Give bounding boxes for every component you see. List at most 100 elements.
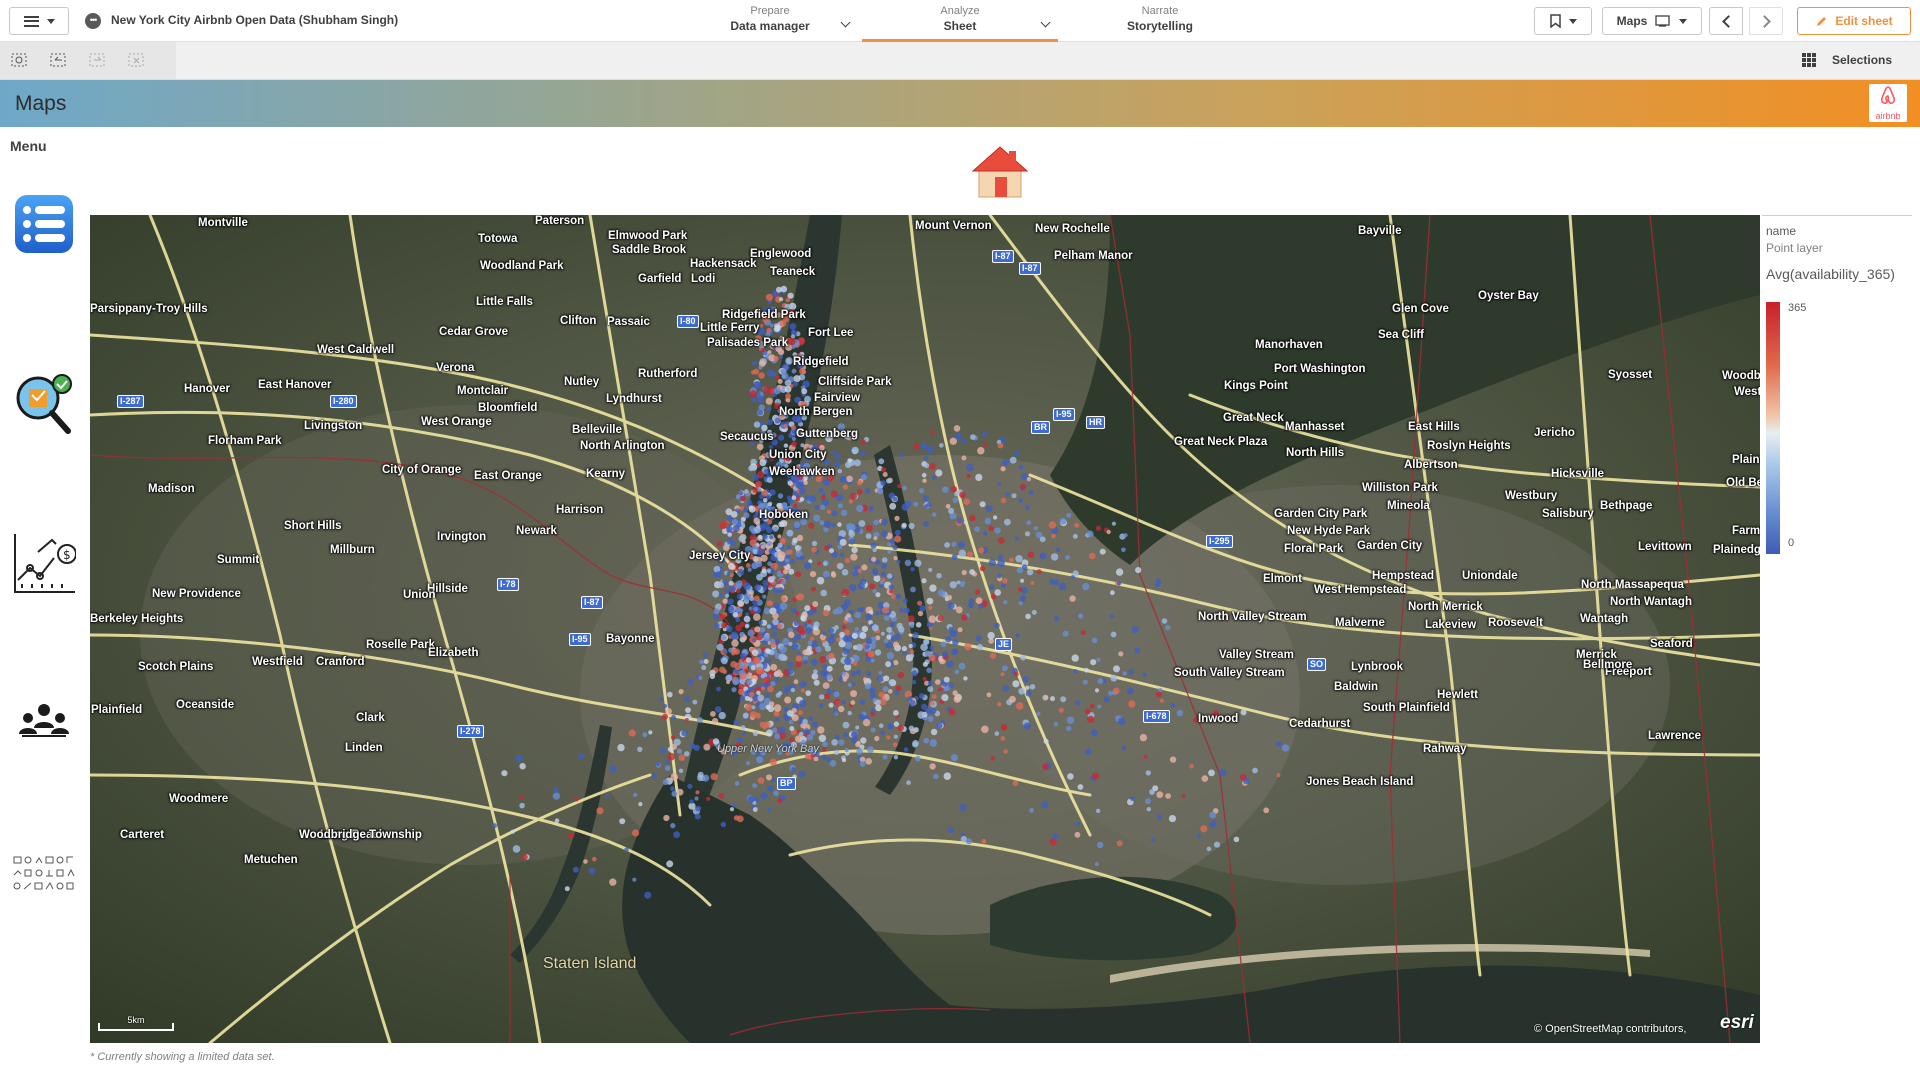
listing-point[interactable] bbox=[787, 668, 794, 675]
listing-point[interactable] bbox=[921, 472, 927, 478]
listing-point[interactable] bbox=[885, 661, 892, 668]
listing-point[interactable] bbox=[1031, 609, 1037, 615]
listing-point[interactable] bbox=[1065, 555, 1070, 560]
listing-point[interactable] bbox=[510, 829, 515, 834]
listing-point[interactable] bbox=[932, 475, 937, 481]
listing-point[interactable] bbox=[786, 545, 792, 550]
listing-point[interactable] bbox=[1082, 679, 1088, 685]
listing-point[interactable] bbox=[753, 526, 761, 534]
listing-point[interactable] bbox=[1156, 791, 1164, 799]
listing-point[interactable] bbox=[874, 649, 882, 656]
listing-point[interactable] bbox=[754, 626, 761, 633]
listing-point[interactable] bbox=[743, 615, 751, 623]
listing-point[interactable] bbox=[923, 737, 930, 744]
listing-point[interactable] bbox=[978, 547, 985, 554]
listing-point[interactable] bbox=[519, 763, 526, 770]
listing-point[interactable] bbox=[926, 446, 935, 454]
listing-point[interactable] bbox=[681, 730, 688, 737]
listing-point[interactable] bbox=[880, 631, 885, 636]
listing-point[interactable] bbox=[997, 482, 1002, 487]
listing-point[interactable] bbox=[1149, 789, 1155, 795]
listing-point[interactable] bbox=[848, 524, 856, 531]
listing-point[interactable] bbox=[1200, 825, 1208, 833]
listing-point[interactable] bbox=[953, 695, 961, 703]
listing-point[interactable] bbox=[1018, 498, 1023, 503]
listing-point[interactable] bbox=[716, 686, 721, 692]
listing-point[interactable] bbox=[831, 510, 838, 517]
listing-point[interactable] bbox=[767, 807, 772, 812]
listing-point[interactable] bbox=[834, 734, 840, 740]
listing-point[interactable] bbox=[633, 792, 638, 798]
listing-point[interactable] bbox=[799, 629, 806, 636]
listing-point[interactable] bbox=[810, 658, 818, 666]
listing-point[interactable] bbox=[994, 527, 1001, 534]
listing-point[interactable] bbox=[765, 704, 771, 710]
listing-point[interactable] bbox=[803, 659, 808, 665]
listing-point[interactable] bbox=[777, 623, 783, 629]
listing-point[interactable] bbox=[1145, 798, 1151, 805]
listing-point[interactable] bbox=[767, 658, 772, 663]
listing-point[interactable] bbox=[1143, 754, 1148, 759]
listing-point[interactable] bbox=[739, 621, 745, 627]
listing-point[interactable] bbox=[892, 544, 898, 551]
listing-point[interactable] bbox=[1001, 665, 1008, 672]
listing-point[interactable] bbox=[746, 760, 751, 766]
listing-point[interactable] bbox=[777, 534, 782, 539]
listing-point[interactable] bbox=[802, 719, 808, 725]
listing-point[interactable] bbox=[983, 442, 988, 447]
listing-point[interactable] bbox=[1122, 671, 1127, 676]
listing-point[interactable] bbox=[997, 554, 1004, 560]
listing-point[interactable] bbox=[792, 381, 798, 387]
listing-point[interactable] bbox=[773, 587, 780, 594]
listing-point[interactable] bbox=[820, 495, 826, 501]
listing-point[interactable] bbox=[927, 686, 934, 693]
listing-point[interactable] bbox=[1116, 840, 1123, 847]
listing-point[interactable] bbox=[815, 646, 822, 653]
listing-point[interactable] bbox=[1089, 552, 1096, 560]
listing-point[interactable] bbox=[842, 721, 850, 729]
listing-point[interactable] bbox=[844, 557, 851, 564]
listing-point[interactable] bbox=[909, 623, 915, 629]
listing-point[interactable] bbox=[854, 627, 859, 632]
listing-point[interactable] bbox=[784, 379, 792, 387]
listing-point[interactable] bbox=[803, 480, 808, 486]
listing-point[interactable] bbox=[752, 730, 759, 737]
listing-point[interactable] bbox=[837, 469, 842, 474]
listing-point[interactable] bbox=[808, 495, 817, 503]
listing-point[interactable] bbox=[870, 542, 877, 549]
listing-point[interactable] bbox=[777, 493, 784, 499]
listing-point[interactable] bbox=[847, 710, 852, 716]
listing-point[interactable] bbox=[839, 538, 847, 546]
listing-point[interactable] bbox=[768, 501, 773, 506]
listing-point[interactable] bbox=[951, 541, 957, 547]
listing-point[interactable] bbox=[1176, 709, 1184, 717]
listing-point[interactable] bbox=[849, 584, 857, 591]
listing-point[interactable] bbox=[772, 727, 778, 733]
listing-point[interactable] bbox=[1097, 841, 1104, 849]
listing-point[interactable] bbox=[572, 866, 579, 873]
listing-point[interactable] bbox=[922, 495, 929, 502]
listing-point[interactable] bbox=[1036, 569, 1042, 575]
listing-point[interactable] bbox=[1142, 672, 1147, 677]
listing-point[interactable] bbox=[1131, 626, 1139, 634]
listing-point[interactable] bbox=[950, 754, 959, 762]
listing-point[interactable] bbox=[762, 502, 768, 507]
listing-point[interactable] bbox=[753, 607, 758, 612]
listing-point[interactable] bbox=[837, 522, 842, 527]
listing-point[interactable] bbox=[765, 648, 771, 654]
listing-point[interactable] bbox=[945, 636, 952, 643]
listing-point[interactable] bbox=[740, 652, 747, 659]
listing-point[interactable] bbox=[765, 693, 770, 698]
listing-point[interactable] bbox=[684, 751, 690, 757]
listing-point[interactable] bbox=[706, 796, 711, 801]
listing-point[interactable] bbox=[728, 562, 735, 570]
clear-selections-icon[interactable] bbox=[128, 53, 145, 68]
listing-point[interactable] bbox=[930, 728, 938, 736]
listing-point[interactable] bbox=[751, 562, 759, 569]
listing-point[interactable] bbox=[588, 867, 596, 875]
listing-point[interactable] bbox=[964, 642, 972, 651]
listing-point[interactable] bbox=[702, 652, 709, 658]
listing-point[interactable] bbox=[609, 878, 617, 886]
listing-point[interactable] bbox=[961, 614, 968, 621]
listing-point[interactable] bbox=[732, 803, 737, 808]
